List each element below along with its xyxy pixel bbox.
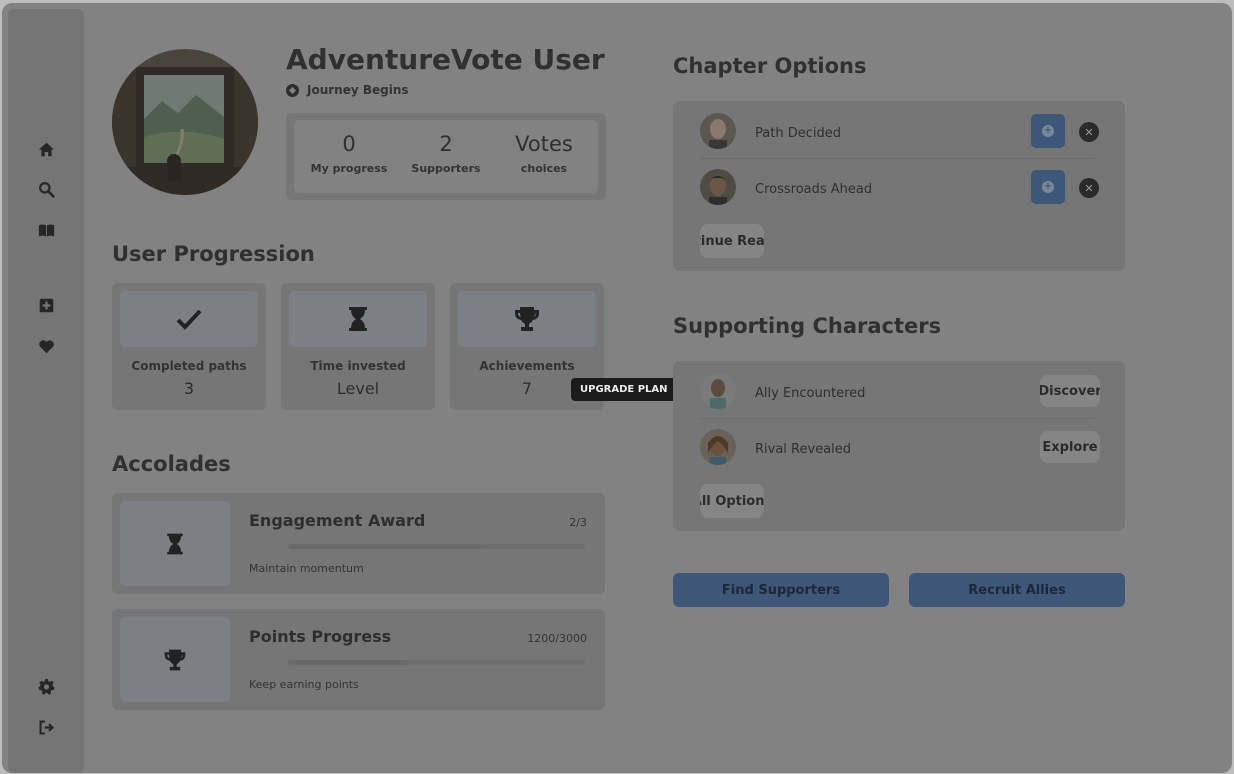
accolade-count: 1200/3000 [527,632,587,645]
stat-progress: 0 My progress [299,132,399,175]
search-icon[interactable] [31,174,61,204]
avatar [700,373,736,409]
journey-status: Journey Begins [286,83,409,97]
explore-button[interactable]: Explore [1040,431,1100,463]
accolade-count: 2/3 [569,516,587,529]
stat-label: My progress [310,162,388,175]
heart-icon[interactable] [31,331,61,361]
find-supporters-button[interactable]: Find Supporters [673,573,889,607]
trophy-icon [164,649,186,670]
progression-value: 3 [183,379,195,398]
home-icon[interactable] [31,134,61,164]
discover-button[interactable]: Discover [1040,375,1100,407]
trophy-icon [515,307,539,331]
chapter-options-panel: Path Decided + ✕ Crossroads Ahead + ✕ Co… [673,101,1125,271]
progression-card-time: Time invested Level [281,283,435,410]
supporting-characters-panel: Ally Encountered Discover Rival Revealed… [673,361,1125,531]
journey-label: Journey Begins [307,83,409,97]
profile-name: AdventureVote User [286,43,605,76]
all-options-button[interactable]: All Options [700,484,764,518]
plus-icon: + [1042,125,1054,137]
accolade-title: Points Progress [249,627,392,646]
gear-icon[interactable] [31,671,61,701]
continue-reading-button[interactable]: Continue Reading [700,224,764,258]
stat-value: Votes [515,132,573,156]
avatar [700,169,736,205]
supporting-characters-title: Supporting Characters [673,314,942,338]
chapter-item-name: Crossroads Ahead [755,182,873,197]
divider [700,418,1095,419]
accolade-description: Keep earning points [249,678,359,691]
dismiss-button[interactable]: ✕ [1079,178,1099,198]
profile-avatar[interactable] [112,49,258,195]
progression-label: Completed paths [131,359,247,373]
progression-label: Time invested [310,359,406,373]
stat-value: 0 [342,132,356,156]
logout-icon[interactable] [31,712,61,742]
accolade-progress-bar [288,544,585,549]
stat-value: 2 [439,132,453,156]
avatar [700,113,736,149]
character-name: Rival Revealed [755,442,852,457]
compass-icon [286,83,299,97]
hourglass-icon [349,307,367,331]
app-window: AdventureVote User Journey Begins 0 My p… [2,3,1232,773]
accolade-title: Engagement Award [249,511,426,530]
progression-label: Achievements [479,359,575,373]
character-name: Ally Encountered [755,386,866,401]
book-icon[interactable] [31,215,61,245]
hourglass-icon [167,533,183,554]
accolade-card: Points Progress 1200/3000 Keep earning p… [112,609,605,710]
stat-label: Supporters [411,162,481,175]
accept-button[interactable]: + [1031,114,1065,148]
chapter-item-name: Path Decided [755,126,841,141]
accept-button[interactable]: + [1031,170,1065,204]
stat-supporters: 2 Supporters [396,132,496,175]
plus-square-icon[interactable] [31,290,61,320]
avatar [700,429,736,465]
sidebar [8,9,84,773]
recruit-allies-button[interactable]: Recruit Allies [909,573,1125,607]
dismiss-button[interactable]: ✕ [1079,122,1099,142]
check-icon [176,309,202,330]
chapter-options-title: Chapter Options [673,54,867,78]
accolades-title: Accolades [112,452,231,476]
divider [700,158,1095,159]
plus-icon: + [1042,181,1054,193]
stat-votes: Votes choices [494,132,594,175]
profile-stats: 0 My progress 2 Supporters Votes choices [286,113,606,200]
accolade-description: Maintain momentum [249,562,364,575]
progression-card-completed: Completed paths 3 [112,283,266,410]
accolade-progress-bar [288,660,585,665]
progression-title: User Progression [112,242,315,266]
accolade-card: Engagement Award 2/3 Maintain momentum [112,493,605,594]
stat-label: choices [520,162,568,175]
upgrade-plan-tooltip[interactable]: UPGRADE PLAN [571,378,677,401]
progression-value: Level [336,379,380,398]
